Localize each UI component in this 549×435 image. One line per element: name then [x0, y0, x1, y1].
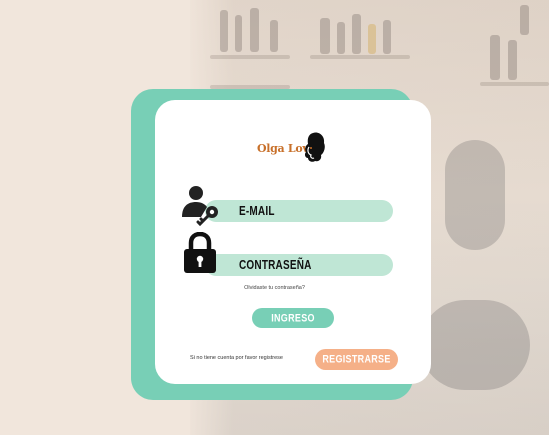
email-field[interactable]: [205, 200, 393, 222]
bottle: [368, 24, 376, 54]
register-button[interactable]: REGISTRARSE: [315, 349, 398, 370]
bottle: [250, 8, 259, 52]
woman-silhouette-icon: [304, 132, 325, 162]
bottle: [520, 5, 529, 35]
salon-chair: [445, 140, 505, 250]
shelf: [210, 55, 290, 59]
password-label: CONTRASEÑA: [239, 259, 312, 273]
bottle: [383, 20, 391, 54]
bottle: [352, 14, 361, 54]
bottle: [235, 15, 242, 52]
bottle: [320, 18, 330, 54]
login-button-label: INGRESO: [271, 312, 315, 324]
email-label: E-MAIL: [239, 205, 275, 219]
login-button[interactable]: INGRESO: [252, 308, 334, 328]
bottle: [270, 20, 278, 52]
bottle: [508, 40, 517, 80]
bottle: [220, 10, 228, 52]
bottle: [337, 22, 345, 54]
user-key-icon: [182, 186, 218, 226]
bottle: [490, 35, 500, 80]
register-button-label: REGISTRARSE: [322, 352, 391, 365]
shelf: [480, 82, 549, 86]
salon-sink: [420, 300, 530, 390]
register-hint: Si no tiene cuenta por favor registrese: [190, 355, 283, 361]
brand-logo: Olga Lova: [257, 131, 327, 165]
forgot-password-link[interactable]: Olvidaste tu contraseña?: [0, 285, 549, 291]
shelf: [310, 55, 410, 59]
padlock-icon: [184, 232, 216, 273]
